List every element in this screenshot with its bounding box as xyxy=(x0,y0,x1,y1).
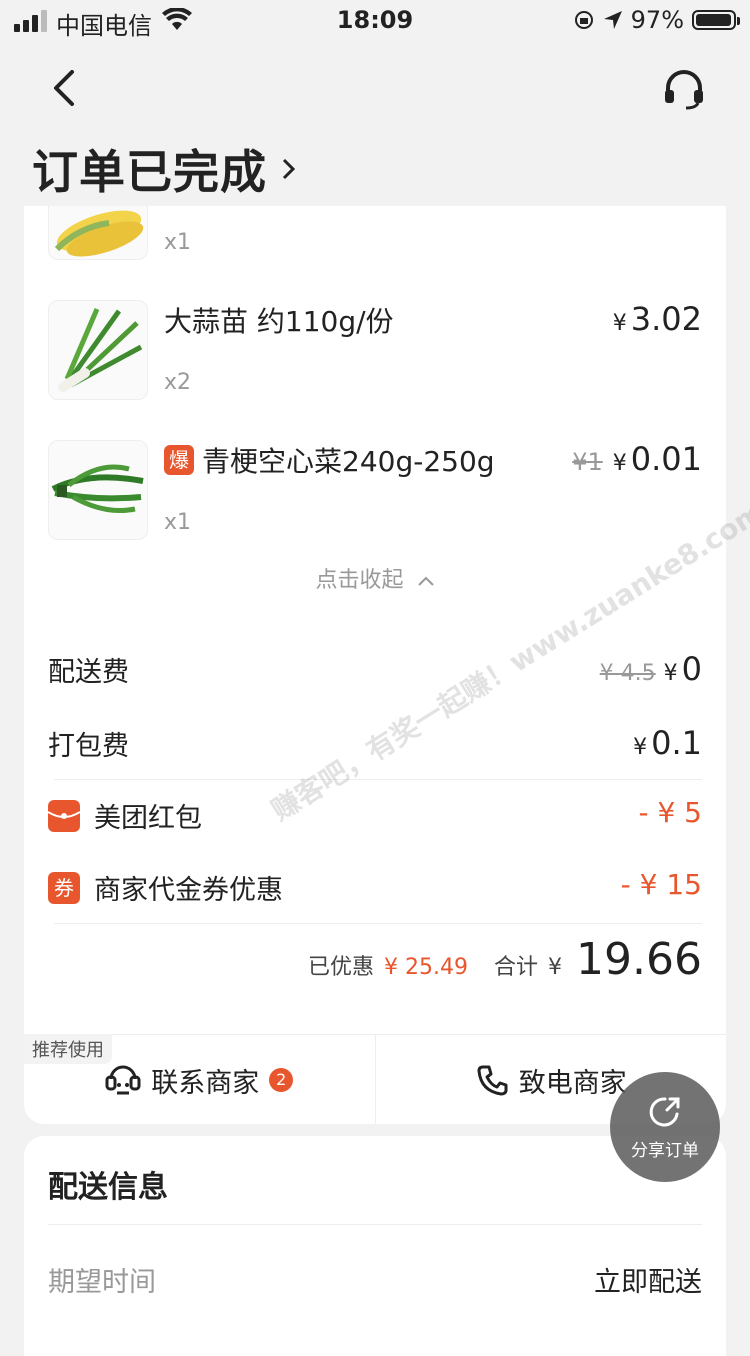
packing-fee-row: 打包费 ¥0.1 xyxy=(48,724,702,764)
order-detail-card: x1 大蒜苗 约110g/份 x2 ¥3.02 爆 青梗空心菜240g-250g… xyxy=(24,206,726,1124)
redpacket-label: 美团红包 xyxy=(94,803,202,834)
delivery-fee-value: 0 xyxy=(681,650,702,688)
delivery-fee-label: 配送费 xyxy=(48,657,129,688)
order-item[interactable]: 大蒜苗 约110g/份 x2 ¥3.02 xyxy=(48,300,702,400)
battery-fill xyxy=(696,14,731,26)
item-name: 爆 青梗空心菜240g-250g xyxy=(164,440,495,480)
battery-percent: 97% xyxy=(630,6,684,34)
hot-sale-tag: 爆 xyxy=(164,445,194,475)
product-thumbnail xyxy=(48,440,148,540)
item-price: ¥3.02 xyxy=(613,300,702,338)
delivery-fee-original: ¥ 4.5 xyxy=(599,661,656,686)
redpacket-value: - ¥ 5 xyxy=(638,796,702,829)
voucher-label: 商家代金券优惠 xyxy=(94,875,283,906)
delivery-info-card: 配送信息 期望时间 立即配送 xyxy=(24,1136,726,1356)
voucher-icon: 券 xyxy=(48,871,80,904)
chevron-left-icon xyxy=(54,70,74,106)
back-button[interactable] xyxy=(44,66,88,110)
delivery-fee-row: 配送费 ¥ 4.5 ¥0 xyxy=(48,650,702,690)
recommend-tag: 推荐使用 xyxy=(24,1034,112,1064)
unread-badge: 2 xyxy=(269,1068,294,1092)
chevron-up-icon xyxy=(417,576,434,586)
packing-fee-label: 打包费 xyxy=(48,731,129,762)
share-label: 分享订单 xyxy=(631,1140,699,1161)
order-item[interactable]: x1 xyxy=(48,206,702,260)
item-quantity: x2 xyxy=(164,370,192,395)
item-name: 大蒜苗 约110g/份 xyxy=(164,305,394,338)
packing-fee-value: 0.1 xyxy=(651,724,702,762)
product-thumbnail xyxy=(48,206,148,260)
status-bar: 中国电信 18:09 97% xyxy=(0,0,750,44)
call-merchant-label: 致电商家 xyxy=(518,1067,627,1099)
water-spinach-image xyxy=(51,464,144,513)
headset-icon xyxy=(665,70,703,110)
rotation-lock-icon xyxy=(574,11,593,29)
currency-symbol: ¥ xyxy=(612,311,627,336)
saved-label: 已优惠 xyxy=(308,955,375,980)
battery-icon xyxy=(692,10,740,30)
chat-service-icon xyxy=(105,1065,141,1095)
red-packet-icon xyxy=(48,799,80,832)
order-status-title: 订单已完成 xyxy=(32,145,267,199)
garlic-sprout-image xyxy=(58,308,143,392)
currency-symbol: ¥ xyxy=(663,661,678,686)
order-item[interactable]: 爆 青梗空心菜240g-250g x1 ¥1 ¥0.01 xyxy=(48,440,702,540)
phone-icon xyxy=(477,1065,508,1096)
item-quantity: x1 xyxy=(164,510,192,535)
expected-time-label: 期望时间 xyxy=(48,1267,156,1298)
price-value: 3.02 xyxy=(630,300,702,338)
order-total-row: 已优惠 ¥ 25.49 合计 ¥ 19.66 xyxy=(48,934,702,994)
collapse-label: 点击收起 xyxy=(315,568,404,593)
product-thumbnail xyxy=(48,300,148,400)
corn-image xyxy=(54,210,144,257)
price-value: 0.01 xyxy=(630,440,702,478)
share-order-button[interactable]: 分享订单 xyxy=(610,1072,720,1182)
contact-merchant-label: 联系商家 xyxy=(151,1067,260,1099)
expected-time-value: 立即配送 xyxy=(594,1267,702,1298)
item-name-text: 青梗空心菜240g-250g xyxy=(202,445,495,478)
status-right: 97% xyxy=(573,6,740,34)
item-price: ¥1 ¥0.01 xyxy=(572,440,702,478)
page-title[interactable]: 订单已完成 xyxy=(32,136,297,202)
customer-service-button[interactable] xyxy=(662,68,706,112)
share-icon xyxy=(649,1096,680,1126)
location-arrow-icon xyxy=(603,11,622,29)
collapse-items-button[interactable]: 点击收起 xyxy=(24,562,726,594)
divider xyxy=(48,1224,702,1225)
currency-symbol: ¥ xyxy=(612,451,627,476)
saved-value: ¥ 25.49 xyxy=(384,955,469,980)
currency-symbol: ¥ xyxy=(548,955,563,980)
voucher-discount-row: 券 商家代金券优惠 - ¥ 15 xyxy=(48,868,702,908)
total-value: 19.66 xyxy=(576,934,702,985)
original-price: ¥1 xyxy=(572,448,603,476)
item-quantity: x1 xyxy=(164,230,192,255)
divider xyxy=(54,779,702,780)
divider xyxy=(54,923,702,924)
expected-time-row: 期望时间 立即配送 xyxy=(48,1260,702,1299)
chevron-right-icon xyxy=(282,158,296,180)
total-label: 合计 xyxy=(494,955,539,980)
voucher-value: - ¥ 15 xyxy=(620,868,702,901)
currency-symbol: ¥ xyxy=(633,735,648,760)
redpacket-discount-row: 美团红包 - ¥ 5 xyxy=(48,796,702,836)
delivery-info-title: 配送信息 xyxy=(48,1170,168,1205)
